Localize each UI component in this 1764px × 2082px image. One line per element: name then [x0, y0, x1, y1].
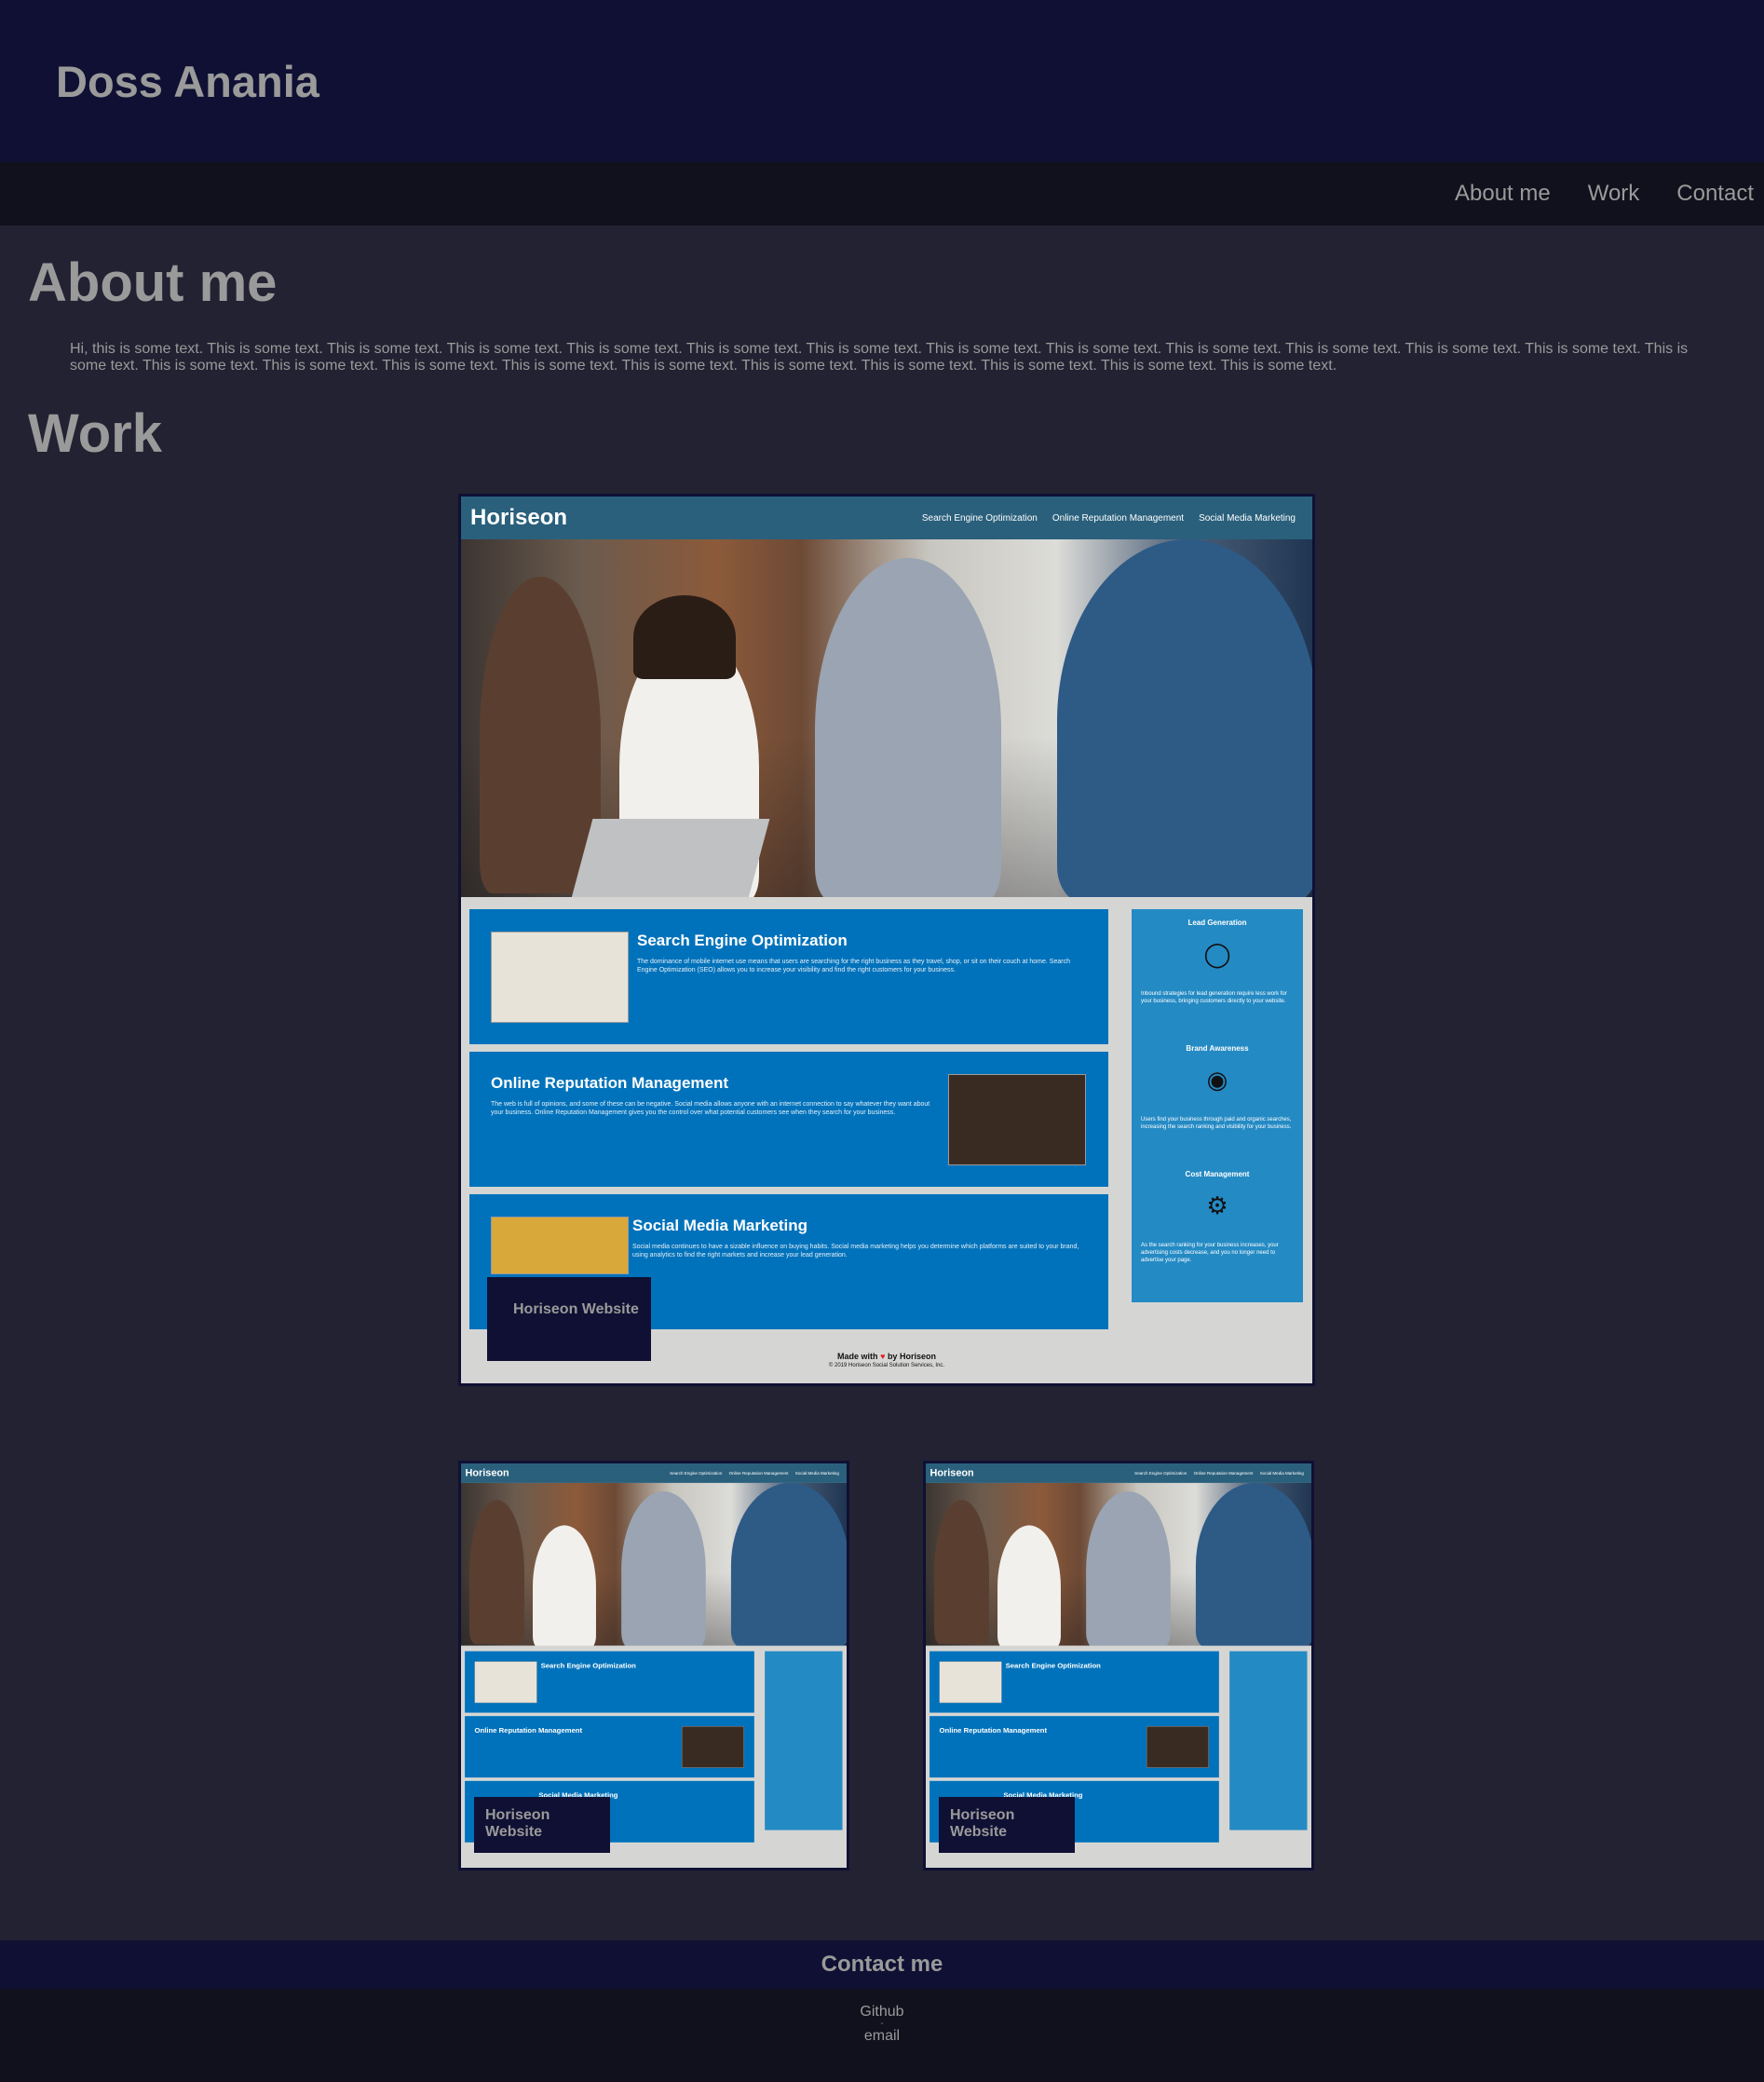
mock-card-reputation: Online Reputation Management The web is … — [469, 1052, 1108, 1187]
email-link[interactable]: email — [0, 2028, 1764, 2045]
mock-nav-item: Online Reputation Management — [1052, 512, 1185, 524]
aside-text: As the search ranking for your business … — [1141, 1243, 1279, 1263]
project-card-small-1[interactable]: Horiseon Search Engine Optimization Onli… — [458, 1461, 849, 1871]
aside-cost-management: Cost Management ⚙ As the search ranking … — [1132, 1170, 1303, 1264]
contact-separator: - — [880, 2019, 884, 2029]
mock-header: Horiseon Search Engine Optimization Onli… — [926, 1463, 1311, 1483]
about-heading: About me — [28, 252, 278, 313]
mock-nav: Search Engine Optimization Online Reputa… — [663, 1471, 839, 1476]
mock-brand: Horiseon — [470, 505, 568, 530]
seo-thumbnail — [491, 932, 629, 1023]
mock-nav-item: Search Engine Optimization — [1134, 1470, 1187, 1476]
nav-link-contact[interactable]: Contact — [1676, 181, 1754, 207]
aside-brand-awareness: Brand Awareness ◉ Users find your busine… — [1132, 1044, 1303, 1131]
reputation-thumbnail — [681, 1726, 744, 1768]
mock-aside — [1229, 1651, 1308, 1830]
mock-card-title: Online Reputation Management — [474, 1726, 583, 1735]
work-heading: Work — [28, 403, 162, 464]
mock-header: Horiseon Search Engine Optimization Onli… — [461, 497, 1312, 539]
mock-card-seo: Search Engine Optimization — [929, 1651, 1219, 1713]
mock-aside: Lead Generation ◯ Inbound strategies for… — [1132, 909, 1303, 1302]
social-thumbnail — [491, 1217, 629, 1274]
mock-card-seo: Search Engine Optimization — [465, 1651, 754, 1713]
heart-icon: ♥ — [880, 1352, 886, 1361]
mock-nav-item: Online Reputation Management — [728, 1470, 789, 1476]
mock-hero-image — [461, 1482, 847, 1649]
gears-dollar-icon: ⚙ — [1206, 1191, 1228, 1219]
reputation-thumbnail — [948, 1074, 1086, 1165]
mock-card-title: Social Media Marketing — [632, 1217, 807, 1234]
lightbulb-icon: ◯ — [1203, 940, 1231, 968]
seo-thumbnail — [939, 1661, 1002, 1704]
nav-link-work[interactable]: Work — [1588, 181, 1640, 207]
main-nav: About me Work Contact — [0, 162, 1764, 225]
nav-link-about[interactable]: About me — [1455, 181, 1551, 207]
project-label[interactable]: Horiseon Website — [474, 1797, 610, 1853]
mock-card-seo: Search Engine Optimization The dominance… — [469, 909, 1108, 1044]
mock-hero-image — [461, 539, 1312, 903]
mock-header: Horiseon Search Engine Optimization Onli… — [461, 1463, 847, 1483]
mock-nav: Search Engine Optimization Online Reputa… — [1128, 1471, 1304, 1476]
broadcast-icon: ◉ — [1206, 1066, 1228, 1094]
site-header: Doss Anania — [0, 0, 1764, 162]
mock-card-reputation: Online Reputation Management — [929, 1716, 1219, 1778]
mock-card-title: Online Reputation Management — [491, 1074, 729, 1092]
mock-brand: Horiseon — [929, 1467, 974, 1479]
mock-card-reputation: Online Reputation Management — [465, 1716, 754, 1778]
mock-nav-item: Social Media Marketing — [794, 1470, 839, 1476]
mock-card-title: Search Engine Optimization — [637, 932, 848, 949]
mock-footer-by: by Horiseon — [887, 1352, 936, 1361]
mock-card-title: Search Engine Optimization — [1005, 1661, 1101, 1670]
aside-title: Cost Management — [1185, 1170, 1250, 1178]
mock-brand: Horiseon — [465, 1467, 509, 1479]
aside-text: Inbound strategies for lead generation r… — [1141, 991, 1287, 1004]
mock-nav-item: Online Reputation Management — [1193, 1470, 1254, 1476]
mock-nav-item: Social Media Marketing — [1259, 1470, 1304, 1476]
mock-hero-image — [926, 1482, 1311, 1649]
project-screenshot: Horiseon Search Engine Optimization Onli… — [461, 497, 1312, 1383]
mock-card-text: The web is full of opinions, and some of… — [491, 1101, 930, 1116]
mock-nav: Search Engine Optimization Online Reputa… — [907, 513, 1296, 524]
project-label[interactable]: Horiseon Website — [487, 1277, 651, 1361]
mock-aside — [765, 1651, 843, 1830]
mock-card-title: Online Reputation Management — [939, 1726, 1048, 1735]
mock-nav-item: Social Media Marketing — [1199, 512, 1296, 524]
mock-footer-copyright: © 2019 Horiseon Social Solution Services… — [828, 1363, 945, 1368]
mock-footer-made: Made with — [837, 1352, 878, 1361]
mock-card-title: Search Engine Optimization — [540, 1661, 636, 1670]
mock-nav-item: Search Engine Optimization — [670, 1470, 723, 1476]
aside-title: Brand Awareness — [1186, 1044, 1249, 1053]
mock-card-text: Social media continues to have a sizable… — [632, 1244, 1079, 1259]
about-text: Hi, this is some text. This is some text… — [70, 341, 1689, 374]
main-content: About me Hi, this is some text. This is … — [0, 225, 1764, 2082]
contact-links: Github - email — [0, 1989, 1764, 2082]
contact-bar: Contact me — [0, 1940, 1764, 1989]
mock-card-text: The dominance of mobile internet use mea… — [637, 959, 1070, 973]
site-title: Doss Anania — [56, 56, 319, 106]
contact-heading: Contact me — [821, 1952, 943, 1977]
project-label[interactable]: Horiseon Website — [939, 1797, 1075, 1853]
seo-thumbnail — [474, 1661, 537, 1704]
project-card-small-2[interactable]: Horiseon Search Engine Optimization Onli… — [923, 1461, 1314, 1871]
aside-title: Lead Generation — [1187, 919, 1247, 927]
project-card-featured[interactable]: Horiseon Search Engine Optimization Onli… — [458, 494, 1315, 1386]
aside-lead-generation: Lead Generation ◯ Inbound strategies for… — [1132, 919, 1303, 1005]
aside-text: Users find your business through paid an… — [1141, 1117, 1292, 1130]
mock-nav-item: Search Engine Optimization — [921, 512, 1038, 524]
reputation-thumbnail — [1146, 1726, 1209, 1768]
